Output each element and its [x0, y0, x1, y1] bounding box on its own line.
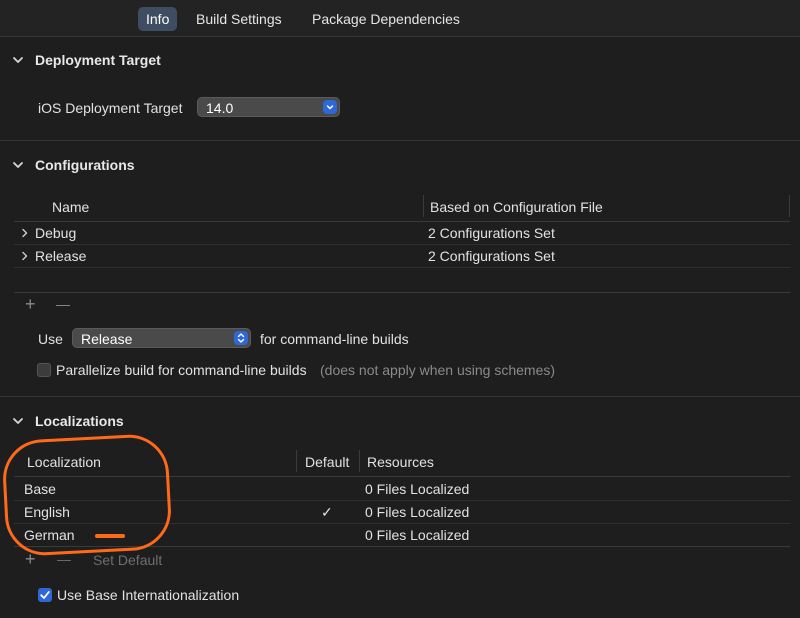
- column-header-name[interactable]: Name: [52, 199, 89, 215]
- config-row-based-on[interactable]: 2 Configurations Set: [428, 225, 555, 241]
- localization-row-resources[interactable]: 0 Files Localized: [365, 504, 469, 520]
- chevron-right-icon[interactable]: [19, 250, 31, 262]
- table-row-divider: [14, 244, 790, 245]
- localization-row-resources[interactable]: 0 Files Localized: [365, 527, 469, 543]
- popup-arrows-icon: [234, 331, 248, 345]
- localizations-title: Localizations: [35, 413, 124, 429]
- command-line-config-popup[interactable]: Release: [72, 328, 251, 348]
- column-separator: [296, 450, 297, 472]
- tab-package-dependencies[interactable]: Package Dependencies: [304, 7, 468, 31]
- popup-arrows-icon: [323, 100, 337, 114]
- config-row-based-on[interactable]: 2 Configurations Set: [428, 248, 555, 264]
- ios-deployment-target-value: 14.0: [206, 100, 234, 116]
- use-label: Use: [38, 331, 63, 347]
- column-header-based-on[interactable]: Based on Configuration File: [430, 199, 603, 215]
- column-header-resources[interactable]: Resources: [367, 454, 434, 470]
- base-internationalization-label[interactable]: Use Base Internationalization: [57, 587, 239, 603]
- chevron-right-icon[interactable]: [19, 227, 31, 239]
- chevron-down-icon[interactable]: [11, 158, 25, 172]
- chevron-down-icon[interactable]: [11, 414, 25, 428]
- column-separator: [789, 195, 790, 217]
- section-divider: [0, 396, 800, 397]
- remove-configuration-button[interactable]: —: [56, 296, 70, 312]
- parallelize-label[interactable]: Parallelize build for command-line build…: [56, 362, 307, 378]
- column-separator: [359, 450, 360, 472]
- deployment-target-title: Deployment Target: [35, 52, 161, 68]
- command-line-config-value: Release: [81, 331, 133, 347]
- tab-build-settings[interactable]: Build Settings: [188, 7, 290, 31]
- ios-deployment-target-label: iOS Deployment Target: [38, 100, 183, 116]
- ios-deployment-target-popup[interactable]: 14.0: [197, 97, 340, 117]
- underline-annotation: [95, 534, 125, 538]
- add-configuration-button[interactable]: +: [25, 294, 36, 315]
- section-divider: [0, 140, 800, 141]
- parallelize-note: (does not apply when using schemes): [320, 362, 556, 378]
- column-separator: [423, 195, 424, 217]
- tab-info[interactable]: Info: [138, 7, 178, 31]
- command-line-suffix-label: for command-line builds: [260, 331, 409, 347]
- default-checkmark: ✓: [321, 504, 333, 520]
- column-header-default[interactable]: Default: [305, 454, 349, 470]
- highlight-annotation: [1, 432, 173, 558]
- table-row-divider: [14, 267, 790, 268]
- table-header-divider: [14, 221, 790, 222]
- set-default-button[interactable]: Set Default: [93, 552, 162, 568]
- chevron-down-icon[interactable]: [11, 53, 25, 67]
- table-bottom-divider: [14, 292, 790, 293]
- config-row-name[interactable]: Debug: [35, 225, 76, 241]
- config-row-name[interactable]: Release: [35, 248, 86, 264]
- base-internationalization-checkbox[interactable]: [38, 588, 52, 602]
- parallelize-checkbox[interactable]: [37, 363, 51, 377]
- localization-row-resources[interactable]: 0 Files Localized: [365, 481, 469, 497]
- configurations-title: Configurations: [35, 157, 135, 173]
